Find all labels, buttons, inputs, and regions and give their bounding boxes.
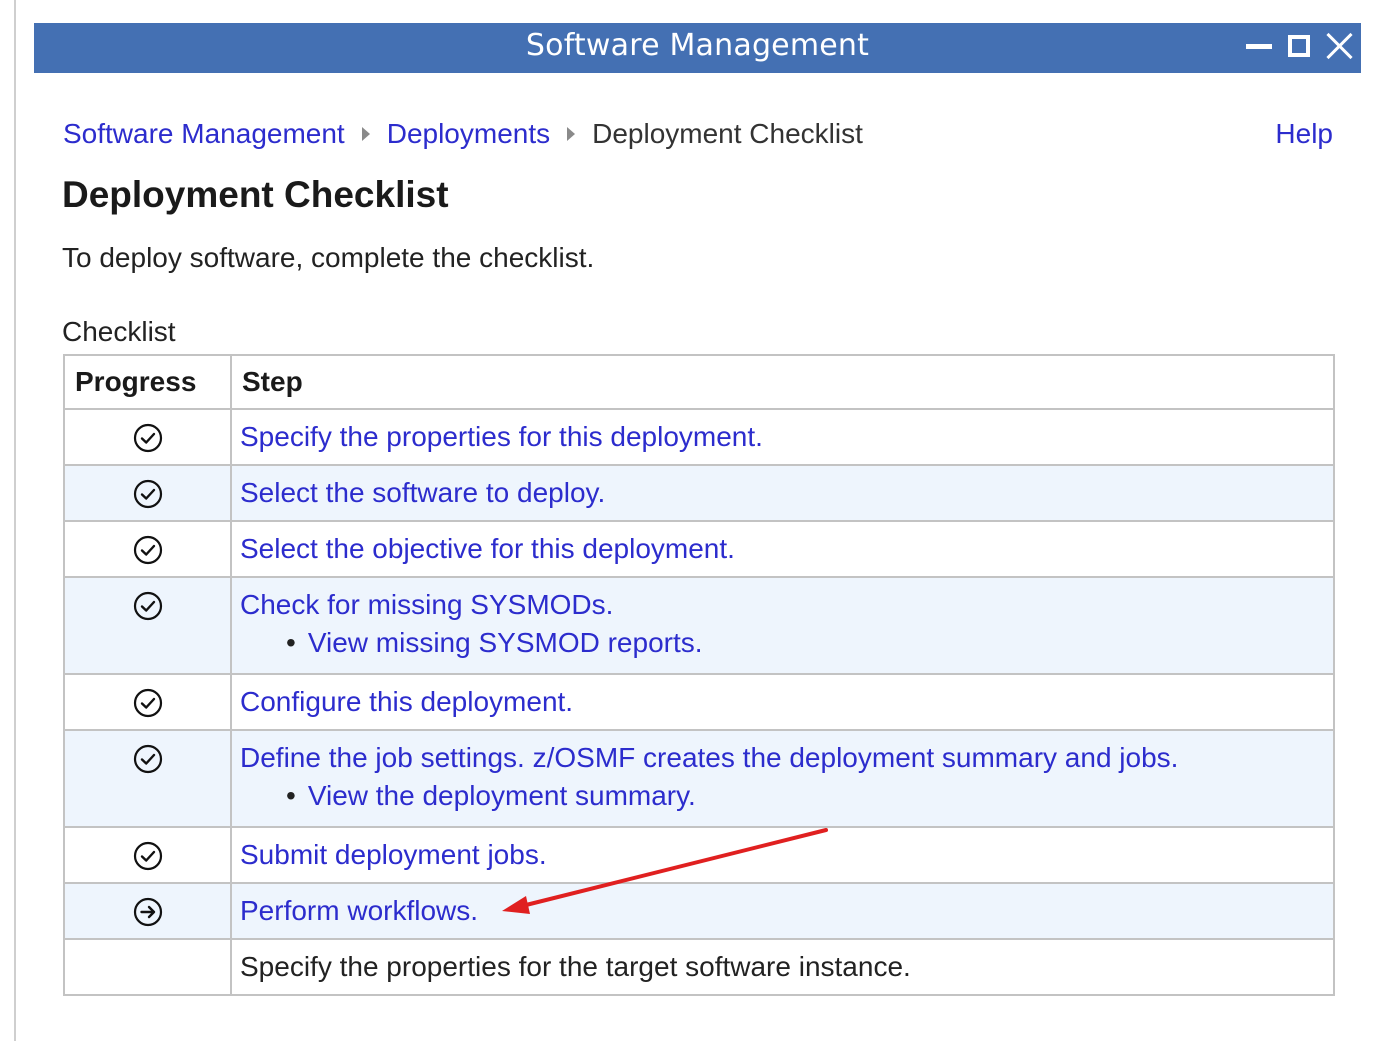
check-circle-icon [133,744,163,774]
step-cell: Check for missing SYSMODs. • View missing… [230,576,1335,675]
check-circle-icon [133,535,163,565]
check-circle-icon [133,479,163,509]
check-circle-icon [133,591,163,621]
progress-cell [63,520,232,578]
progress-cell [63,882,232,940]
step-link-submit-jobs[interactable]: Submit deployment jobs. [240,828,1333,869]
step-cell: Specify the properties for the target so… [230,938,1335,996]
step-link-select-software[interactable]: Select the software to deploy. [240,466,1333,507]
breadcrumb-separator-icon [567,127,576,141]
breadcrumb-deployments[interactable]: Deployments [387,118,550,150]
window-left-border [14,0,16,1041]
step-link-check-sysmods[interactable]: Check for missing SYSMODs. [240,578,1333,619]
checklist-header-row: Progress Step [63,354,1335,410]
step-cell: Configure this deployment. [230,673,1335,731]
arrow-circle-icon [133,897,163,927]
checklist-table: Progress Step Specify the properties for… [63,354,1335,996]
progress-cell [63,464,232,522]
check-circle-icon [133,841,163,871]
maximize-button[interactable] [1279,26,1319,66]
sub-list-item: • View the deployment summary. [240,772,1333,810]
progress-cell [63,673,232,731]
progress-cell [63,729,232,828]
step-link-define-job-settings[interactable]: Define the job settings. z/OSMF creates … [240,731,1333,772]
checklist-row: Perform workflows. [63,882,1335,940]
step-text-target-software-instance: Specify the properties for the target so… [240,951,911,982]
progress-cell [63,408,232,466]
breadcrumb-separator-icon [361,127,370,141]
check-circle-icon [133,688,163,718]
step-cell: Select the software to deploy. [230,464,1335,522]
bullet-icon: • [286,627,296,658]
minimize-icon [1246,43,1272,49]
checklist-caption: Checklist [62,316,176,347]
progress-cell [63,826,232,884]
check-circle-icon [133,423,163,453]
step-link-configure[interactable]: Configure this deployment. [240,675,1333,716]
checklist-row: Submit deployment jobs. [63,826,1335,884]
checklist-row: Select the objective for this deployment… [63,520,1335,578]
step-cell: Perform workflows. [230,882,1335,940]
sub-list-item: • View missing SYSMOD reports. [240,619,1333,657]
checklist-row: Configure this deployment. [63,673,1335,731]
progress-cell [63,938,232,996]
maximize-icon [1288,35,1310,57]
step-link-perform-workflows[interactable]: Perform workflows. [240,884,1333,925]
step-cell: Submit deployment jobs. [230,826,1335,884]
step-cell: Define the job settings. z/OSMF creates … [230,729,1335,828]
progress-cell [63,576,232,675]
checklist-row: Select the software to deploy. [63,464,1335,522]
view-missing-sysmod-reports-link[interactable]: View missing SYSMOD reports. [308,627,703,658]
window-titlebar: Software Management [34,23,1361,73]
minimize-button[interactable] [1239,26,1279,66]
breadcrumb: Software Management Deployments Deployme… [63,114,863,154]
window-title: Software Management [525,28,870,63]
step-link-select-objective[interactable]: Select the objective for this deployment… [240,522,1333,563]
step-link-specify-properties[interactable]: Specify the properties for this deployme… [240,410,1333,451]
checklist-row: Define the job settings. z/OSMF creates … [63,729,1335,828]
progress-column-header: Progress [63,354,232,410]
view-deployment-summary-link[interactable]: View the deployment summary. [308,780,696,811]
close-button[interactable] [1319,26,1359,66]
breadcrumb-current: Deployment Checklist [592,118,863,149]
step-cell: Select the objective for this deployment… [230,520,1335,578]
window-controls [1239,26,1359,66]
page-intro: To deploy software, complete the checkli… [62,242,595,273]
checklist-row: Check for missing SYSMODs. • View missing… [63,576,1335,675]
bullet-icon: • [286,780,296,811]
help-link[interactable]: Help [1275,114,1333,154]
breadcrumb-software-management[interactable]: Software Management [63,118,345,150]
step-column-header: Step [230,354,1335,410]
page-title: Deployment Checklist [62,174,449,215]
checklist-row: Specify the properties for the target so… [63,938,1335,996]
checklist-row: Specify the properties for this deployme… [63,408,1335,466]
step-cell: Specify the properties for this deployme… [230,408,1335,466]
close-icon [1325,32,1353,60]
